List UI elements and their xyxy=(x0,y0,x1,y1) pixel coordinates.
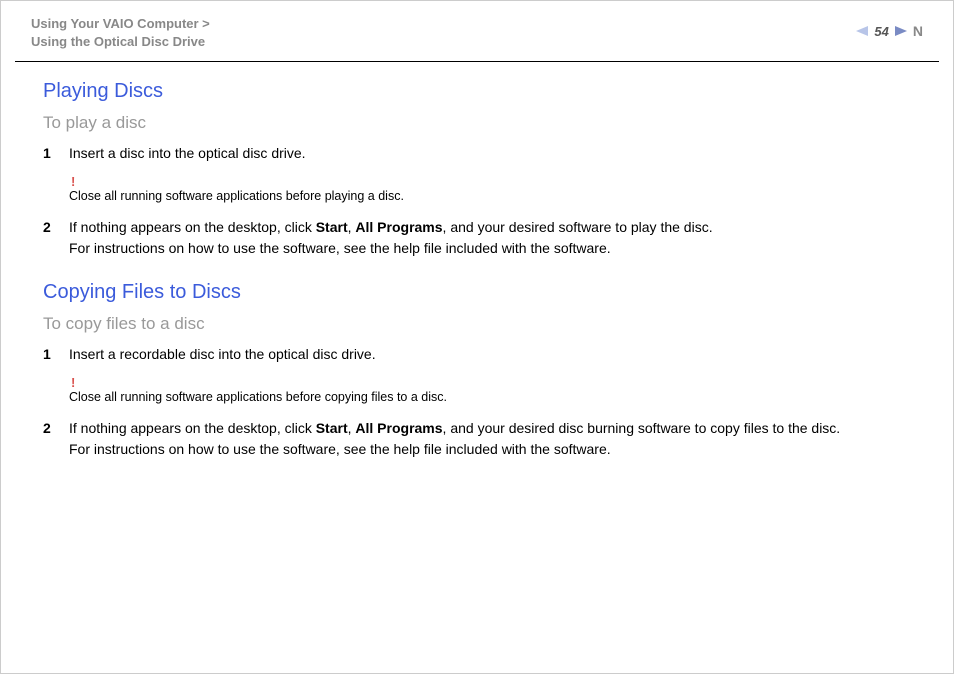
next-page-arrow-icon[interactable] xyxy=(895,25,909,37)
step2-line2: For instructions on how to use the softw… xyxy=(69,240,611,256)
warning-icon: ! xyxy=(71,375,911,390)
step2-text-pre: If nothing appears on the desktop, click xyxy=(69,219,316,235)
step2-line2: For instructions on how to use the softw… xyxy=(69,441,611,457)
allprograms-label: All Programs xyxy=(355,219,442,235)
nav-n-icon[interactable]: N xyxy=(913,23,923,39)
step-number: 1 xyxy=(43,344,69,365)
step2-text-post: , and your desired software to play the … xyxy=(443,219,713,235)
step2-text-post: , and your desired disc burning software… xyxy=(443,420,841,436)
allprograms-label: All Programs xyxy=(355,420,442,436)
page-navigation: 54 N xyxy=(854,23,923,39)
play-note: ! Close all running software application… xyxy=(69,174,911,205)
page-content: Playing Discs To play a disc 1 Insert a … xyxy=(1,62,953,490)
copy-step-1: 1 Insert a recordable disc into the opti… xyxy=(43,344,911,365)
prev-page-arrow-icon[interactable] xyxy=(854,25,868,37)
step-number: 1 xyxy=(43,143,69,164)
play-step-2: 2 If nothing appears on the desktop, cli… xyxy=(43,217,911,259)
step-text: If nothing appears on the desktop, click… xyxy=(69,418,911,460)
page-number: 54 xyxy=(874,24,888,39)
copy-step-2: 2 If nothing appears on the desktop, cli… xyxy=(43,418,911,460)
step2-text-pre: If nothing appears on the desktop, click xyxy=(69,420,316,436)
note-text: Close all running software applications … xyxy=(69,189,404,203)
section-heading-playing: Playing Discs xyxy=(43,80,911,103)
start-label: Start xyxy=(316,420,348,436)
breadcrumb: Using Your VAIO Computer > Using the Opt… xyxy=(31,15,210,51)
breadcrumb-line2[interactable]: Using the Optical Disc Drive xyxy=(31,33,210,51)
step-text: Insert a recordable disc into the optica… xyxy=(69,344,911,365)
step-number: 2 xyxy=(43,217,69,259)
step-text: Insert a disc into the optical disc driv… xyxy=(69,143,911,164)
warning-icon: ! xyxy=(71,174,911,189)
sub-heading-copy: To copy files to a disc xyxy=(43,314,911,334)
copy-note: ! Close all running software application… xyxy=(69,375,911,406)
sub-heading-play: To play a disc xyxy=(43,113,911,133)
step-number: 2 xyxy=(43,418,69,460)
section-heading-copying: Copying Files to Discs xyxy=(43,281,911,304)
page-header: Using Your VAIO Computer > Using the Opt… xyxy=(1,1,953,61)
start-label: Start xyxy=(316,219,348,235)
step-text: If nothing appears on the desktop, click… xyxy=(69,217,911,259)
play-step-1: 1 Insert a disc into the optical disc dr… xyxy=(43,143,911,164)
note-text: Close all running software applications … xyxy=(69,390,447,404)
breadcrumb-line1[interactable]: Using Your VAIO Computer > xyxy=(31,15,210,33)
